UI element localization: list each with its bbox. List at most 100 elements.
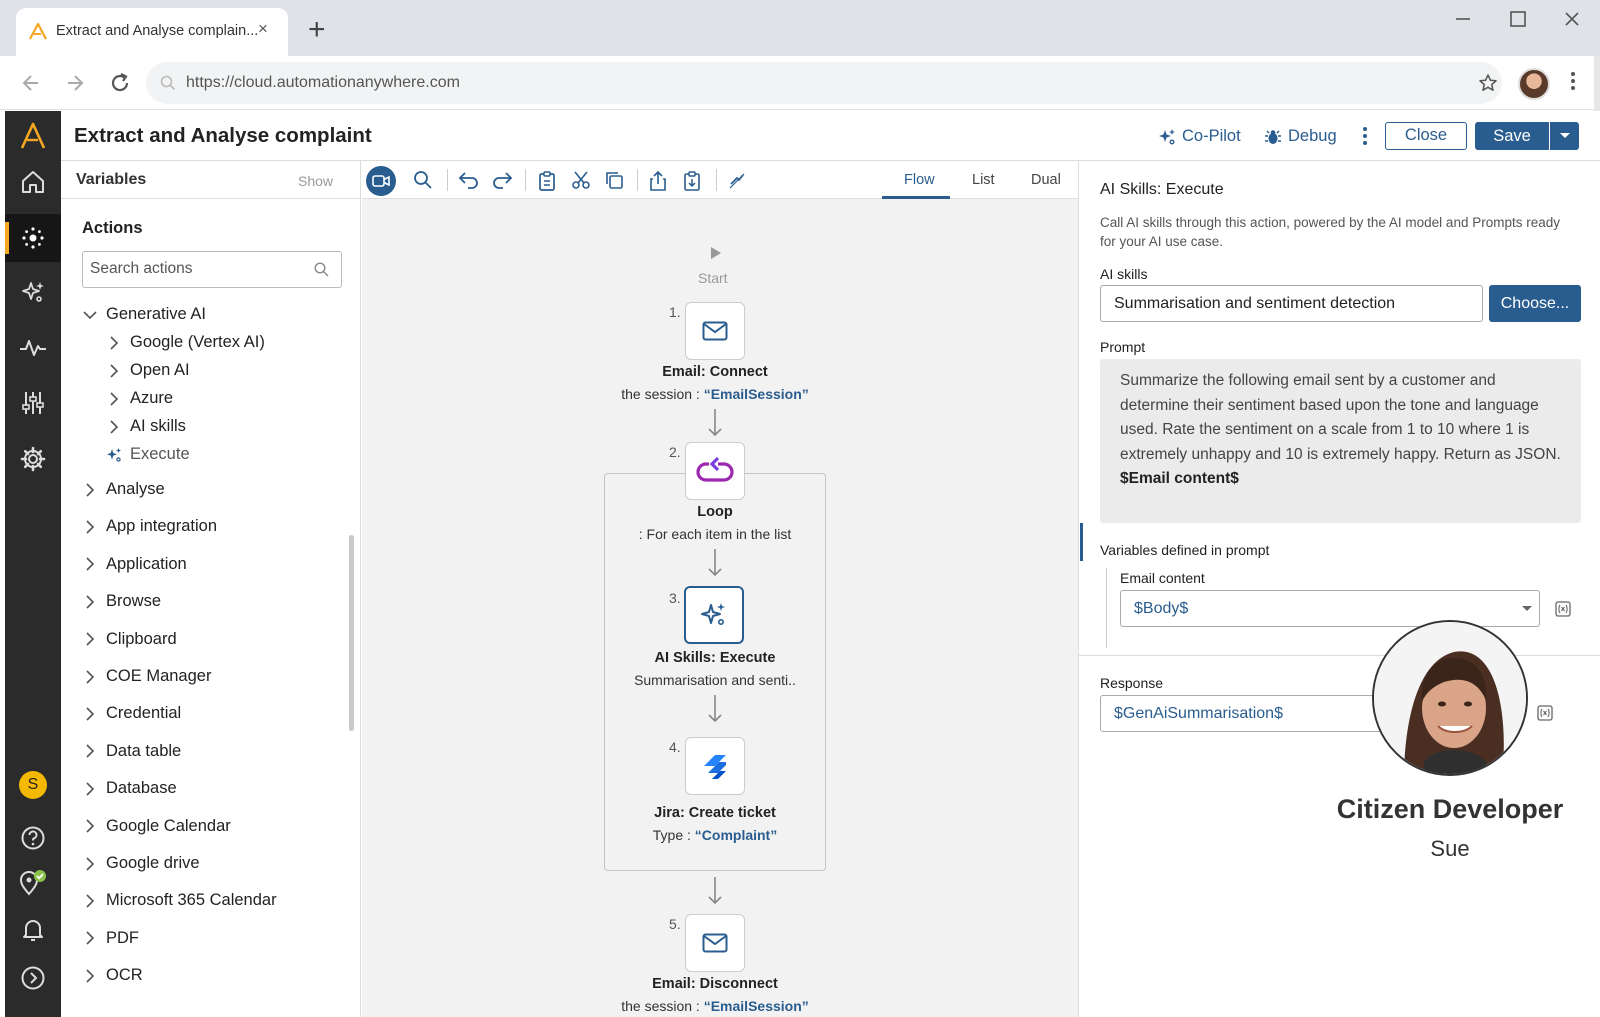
ai-sparkle-icon[interactable] <box>5 270 61 314</box>
step-loop[interactable] <box>685 442 745 500</box>
tree-group-application[interactable]: Application <box>82 555 187 574</box>
bots-icon[interactable] <box>5 216 61 260</box>
tree-execute[interactable]: Execute <box>106 445 190 464</box>
new-tab-button[interactable]: + <box>308 15 326 45</box>
disable-icon[interactable] <box>728 172 746 190</box>
browser-menu-icon[interactable] <box>1570 70 1576 92</box>
tree-group-clipboard[interactable]: Clipboard <box>82 630 177 649</box>
tree-group-pdf[interactable]: PDF <box>82 929 139 948</box>
caret-down-icon[interactable] <box>1522 606 1532 612</box>
gear-icon[interactable] <box>5 437 61 481</box>
tree-label: Clipboard <box>106 629 177 648</box>
tree-generative-ai[interactable]: Generative AI <box>82 305 206 324</box>
tree-google-vertex[interactable]: Google (Vertex AI) <box>106 333 265 352</box>
step-desc-value: “EmailSession” <box>703 998 809 1014</box>
close-button[interactable]: Close <box>1385 122 1467 150</box>
more-options-icon[interactable] <box>1362 126 1368 146</box>
chevron-down-icon <box>83 310 97 319</box>
search-icon[interactable] <box>413 170 433 190</box>
pulse-icon[interactable] <box>5 326 61 370</box>
step-number: 2. <box>669 444 681 460</box>
tree-group-database[interactable]: Database <box>82 779 177 798</box>
sliders-icon[interactable] <box>5 381 61 425</box>
tab-list[interactable]: List <box>972 172 995 188</box>
panel-resize-handle[interactable] <box>1080 523 1083 561</box>
back-icon[interactable] <box>20 72 42 94</box>
step-desc-prefix: the session : <box>621 998 704 1014</box>
reload-icon[interactable] <box>108 71 132 95</box>
chevron-right-icon <box>86 482 95 497</box>
record-button[interactable] <box>366 166 396 196</box>
flow-arrow <box>707 877 723 905</box>
copilot-button[interactable]: Co-Pilot <box>1158 127 1241 146</box>
window-close-icon[interactable] <box>1563 10 1581 28</box>
tree-group-microsoft-365-calendar[interactable]: Microsoft 365 Calendar <box>82 891 277 910</box>
search-actions-input[interactable] <box>90 255 310 283</box>
tree-azure[interactable]: Azure <box>106 389 173 408</box>
tree-open-ai[interactable]: Open AI <box>106 361 190 380</box>
help-icon[interactable] <box>5 816 61 860</box>
chevron-right-icon <box>86 595 95 609</box>
profile-avatar[interactable] <box>1518 68 1550 100</box>
step-email-disconnect[interactable] <box>685 914 745 972</box>
save-button[interactable]: Save <box>1475 122 1549 150</box>
logo-icon[interactable] <box>5 114 61 158</box>
search-icon[interactable] <box>314 262 329 277</box>
user-avatar[interactable]: S <box>19 771 47 799</box>
prompt-textarea[interactable]: Summarize the following email sent by a … <box>1100 359 1581 523</box>
forward-icon[interactable] <box>64 72 86 94</box>
tree-label: Browse <box>106 592 162 611</box>
tree-group-credential[interactable]: Credential <box>82 704 181 723</box>
expand-icon[interactable] <box>5 956 61 1000</box>
undo-icon[interactable] <box>458 170 480 190</box>
choose-button[interactable]: Choose... <box>1489 285 1581 322</box>
tree-label: Database <box>106 779 177 798</box>
chevron-right-icon <box>86 632 95 646</box>
toolbar-separator <box>716 169 717 191</box>
video-icon <box>372 175 390 187</box>
panel-scrollbar[interactable] <box>349 535 354 731</box>
tree-group-analyse[interactable]: Analyse <box>82 480 165 499</box>
save-dropdown-button[interactable] <box>1550 122 1579 150</box>
insert-variable-icon[interactable] <box>1537 705 1553 721</box>
ai-skills-field[interactable]: Summarisation and sentiment detection <box>1100 285 1483 322</box>
tree-group-data-table[interactable]: Data table <box>82 742 181 761</box>
tree-group-browse[interactable]: Browse <box>82 592 161 611</box>
home-icon[interactable] <box>5 160 61 204</box>
location-check-icon[interactable] <box>5 860 61 904</box>
flow-arrow <box>707 549 723 577</box>
debug-button[interactable]: Debug <box>1264 127 1337 146</box>
redo-icon[interactable] <box>491 170 513 190</box>
step-email-connect[interactable] <box>685 302 745 360</box>
tree-group-ocr[interactable]: OCR <box>82 966 143 985</box>
tree-group-google-drive[interactable]: Google drive <box>82 854 200 873</box>
variables-show-link[interactable]: Show <box>298 173 333 189</box>
minimize-icon[interactable] <box>1454 10 1472 28</box>
tree-group-app-integration[interactable]: App integration <box>82 517 217 536</box>
tab-flow[interactable]: Flow <box>904 172 935 188</box>
cut-icon[interactable] <box>571 170 591 190</box>
tree-ai-skills[interactable]: AI skills <box>106 417 186 436</box>
step-ai-skills-execute[interactable] <box>684 586 744 644</box>
paste-icon[interactable] <box>537 170 557 192</box>
tree-label: Data table <box>106 741 182 760</box>
import-icon[interactable] <box>682 170 702 192</box>
tab-close-icon[interactable]: × <box>258 19 268 39</box>
copy-icon[interactable] <box>604 170 624 190</box>
tree-group-coe-manager[interactable]: COE Manager <box>82 667 211 686</box>
tab-dual[interactable]: Dual <box>1031 172 1061 188</box>
step-jira-create-ticket[interactable] <box>685 737 745 795</box>
tab-active-underline <box>882 196 950 199</box>
insert-variable-icon[interactable] <box>1555 601 1571 617</box>
response-label: Response <box>1100 675 1164 691</box>
export-icon[interactable] <box>648 170 668 192</box>
tree-label: Google Calendar <box>106 816 231 835</box>
bell-icon[interactable] <box>5 908 61 952</box>
bookmark-star-icon[interactable] <box>1478 73 1498 93</box>
email-content-select[interactable]: $Body$ <box>1120 590 1540 627</box>
ai-sparkle-icon <box>1159 128 1175 144</box>
step-number: 5. <box>669 916 681 932</box>
tree-group-google-calendar[interactable]: Google Calendar <box>82 817 231 836</box>
maximize-icon[interactable] <box>1509 10 1527 28</box>
chevron-right-icon <box>86 782 95 796</box>
